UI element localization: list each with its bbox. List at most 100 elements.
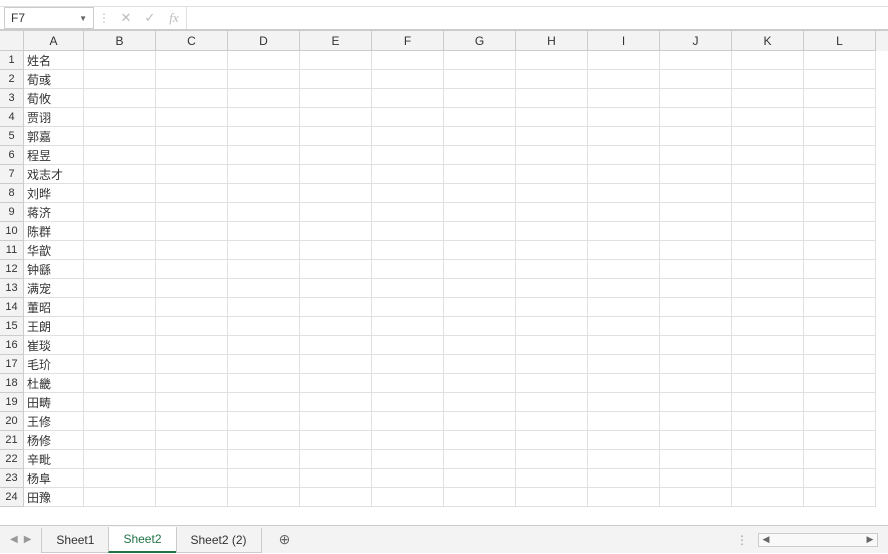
cell[interactable] <box>228 146 300 165</box>
cell[interactable] <box>372 146 444 165</box>
add-sheet-button[interactable]: ⊕ <box>271 531 299 548</box>
cell[interactable] <box>588 146 660 165</box>
cell[interactable] <box>732 260 804 279</box>
cell[interactable] <box>804 393 876 412</box>
sheet-tab[interactable]: Sheet1 <box>41 528 109 553</box>
cell[interactable] <box>732 317 804 336</box>
cell[interactable] <box>732 431 804 450</box>
cell[interactable] <box>228 70 300 89</box>
cell[interactable] <box>84 165 156 184</box>
formula-input[interactable] <box>186 7 888 29</box>
cell[interactable] <box>228 355 300 374</box>
row-header[interactable]: 18 <box>0 374 24 393</box>
cell[interactable] <box>444 184 516 203</box>
cell[interactable] <box>804 127 876 146</box>
cell[interactable] <box>372 431 444 450</box>
cell[interactable] <box>804 412 876 431</box>
row-header[interactable]: 21 <box>0 431 24 450</box>
cell[interactable] <box>84 488 156 507</box>
cell[interactable] <box>300 222 372 241</box>
cell[interactable] <box>660 222 732 241</box>
cell[interactable] <box>444 127 516 146</box>
cell[interactable] <box>228 279 300 298</box>
cell[interactable] <box>444 89 516 108</box>
cell[interactable] <box>228 374 300 393</box>
cell[interactable] <box>588 298 660 317</box>
cell[interactable] <box>84 336 156 355</box>
cell[interactable] <box>228 298 300 317</box>
cell[interactable] <box>516 279 588 298</box>
cell[interactable] <box>804 70 876 89</box>
cell[interactable] <box>516 203 588 222</box>
cell[interactable]: 杜畿 <box>24 374 84 393</box>
cell[interactable] <box>516 241 588 260</box>
cell[interactable]: 陈群 <box>24 222 84 241</box>
cell[interactable] <box>804 260 876 279</box>
cell[interactable] <box>804 431 876 450</box>
cell[interactable]: 辛毗 <box>24 450 84 469</box>
cell[interactable] <box>660 51 732 70</box>
cell[interactable] <box>444 317 516 336</box>
cell[interactable] <box>444 298 516 317</box>
cell[interactable] <box>732 184 804 203</box>
col-header[interactable]: K <box>732 31 804 51</box>
cell[interactable]: 贾诩 <box>24 108 84 127</box>
row-header[interactable]: 13 <box>0 279 24 298</box>
row-header[interactable]: 3 <box>0 89 24 108</box>
cell[interactable] <box>300 260 372 279</box>
cell[interactable] <box>156 260 228 279</box>
cell[interactable] <box>228 336 300 355</box>
cell[interactable] <box>588 412 660 431</box>
cell[interactable] <box>84 222 156 241</box>
cell[interactable] <box>228 431 300 450</box>
cell[interactable] <box>660 431 732 450</box>
cell[interactable] <box>84 393 156 412</box>
cell[interactable] <box>444 241 516 260</box>
cell[interactable] <box>516 89 588 108</box>
cell[interactable] <box>300 374 372 393</box>
cell[interactable] <box>300 355 372 374</box>
row-header[interactable]: 6 <box>0 146 24 165</box>
cell[interactable] <box>156 222 228 241</box>
horizontal-scrollbar[interactable]: ◀ ▶ <box>758 533 878 547</box>
cell[interactable] <box>444 260 516 279</box>
cell[interactable] <box>156 127 228 146</box>
cell[interactable] <box>156 146 228 165</box>
cell[interactable] <box>300 469 372 488</box>
cell[interactable] <box>300 51 372 70</box>
cell[interactable] <box>516 127 588 146</box>
cell[interactable] <box>732 374 804 393</box>
cell[interactable] <box>372 469 444 488</box>
row-header[interactable]: 7 <box>0 165 24 184</box>
fx-button[interactable]: fx <box>162 7 186 29</box>
cell[interactable] <box>516 146 588 165</box>
cell[interactable] <box>732 127 804 146</box>
cell[interactable] <box>588 165 660 184</box>
cell[interactable]: 满宠 <box>24 279 84 298</box>
cell[interactable] <box>660 127 732 146</box>
cell[interactable]: 荀攸 <box>24 89 84 108</box>
cell[interactable] <box>516 355 588 374</box>
cell[interactable]: 郭嘉 <box>24 127 84 146</box>
cell[interactable] <box>588 222 660 241</box>
cell[interactable] <box>660 488 732 507</box>
cell[interactable]: 毛玠 <box>24 355 84 374</box>
cell[interactable] <box>516 431 588 450</box>
cell[interactable] <box>804 374 876 393</box>
cell[interactable] <box>84 146 156 165</box>
cell[interactable] <box>228 260 300 279</box>
cell[interactable] <box>372 412 444 431</box>
cell[interactable] <box>300 203 372 222</box>
cell[interactable] <box>300 317 372 336</box>
cell[interactable] <box>372 374 444 393</box>
cell[interactable] <box>228 165 300 184</box>
cell[interactable] <box>156 336 228 355</box>
cell[interactable] <box>444 488 516 507</box>
cell[interactable] <box>228 184 300 203</box>
cell[interactable] <box>804 165 876 184</box>
cell[interactable] <box>84 241 156 260</box>
cell[interactable] <box>228 222 300 241</box>
cell[interactable] <box>444 336 516 355</box>
cell[interactable] <box>660 298 732 317</box>
cell[interactable] <box>516 260 588 279</box>
